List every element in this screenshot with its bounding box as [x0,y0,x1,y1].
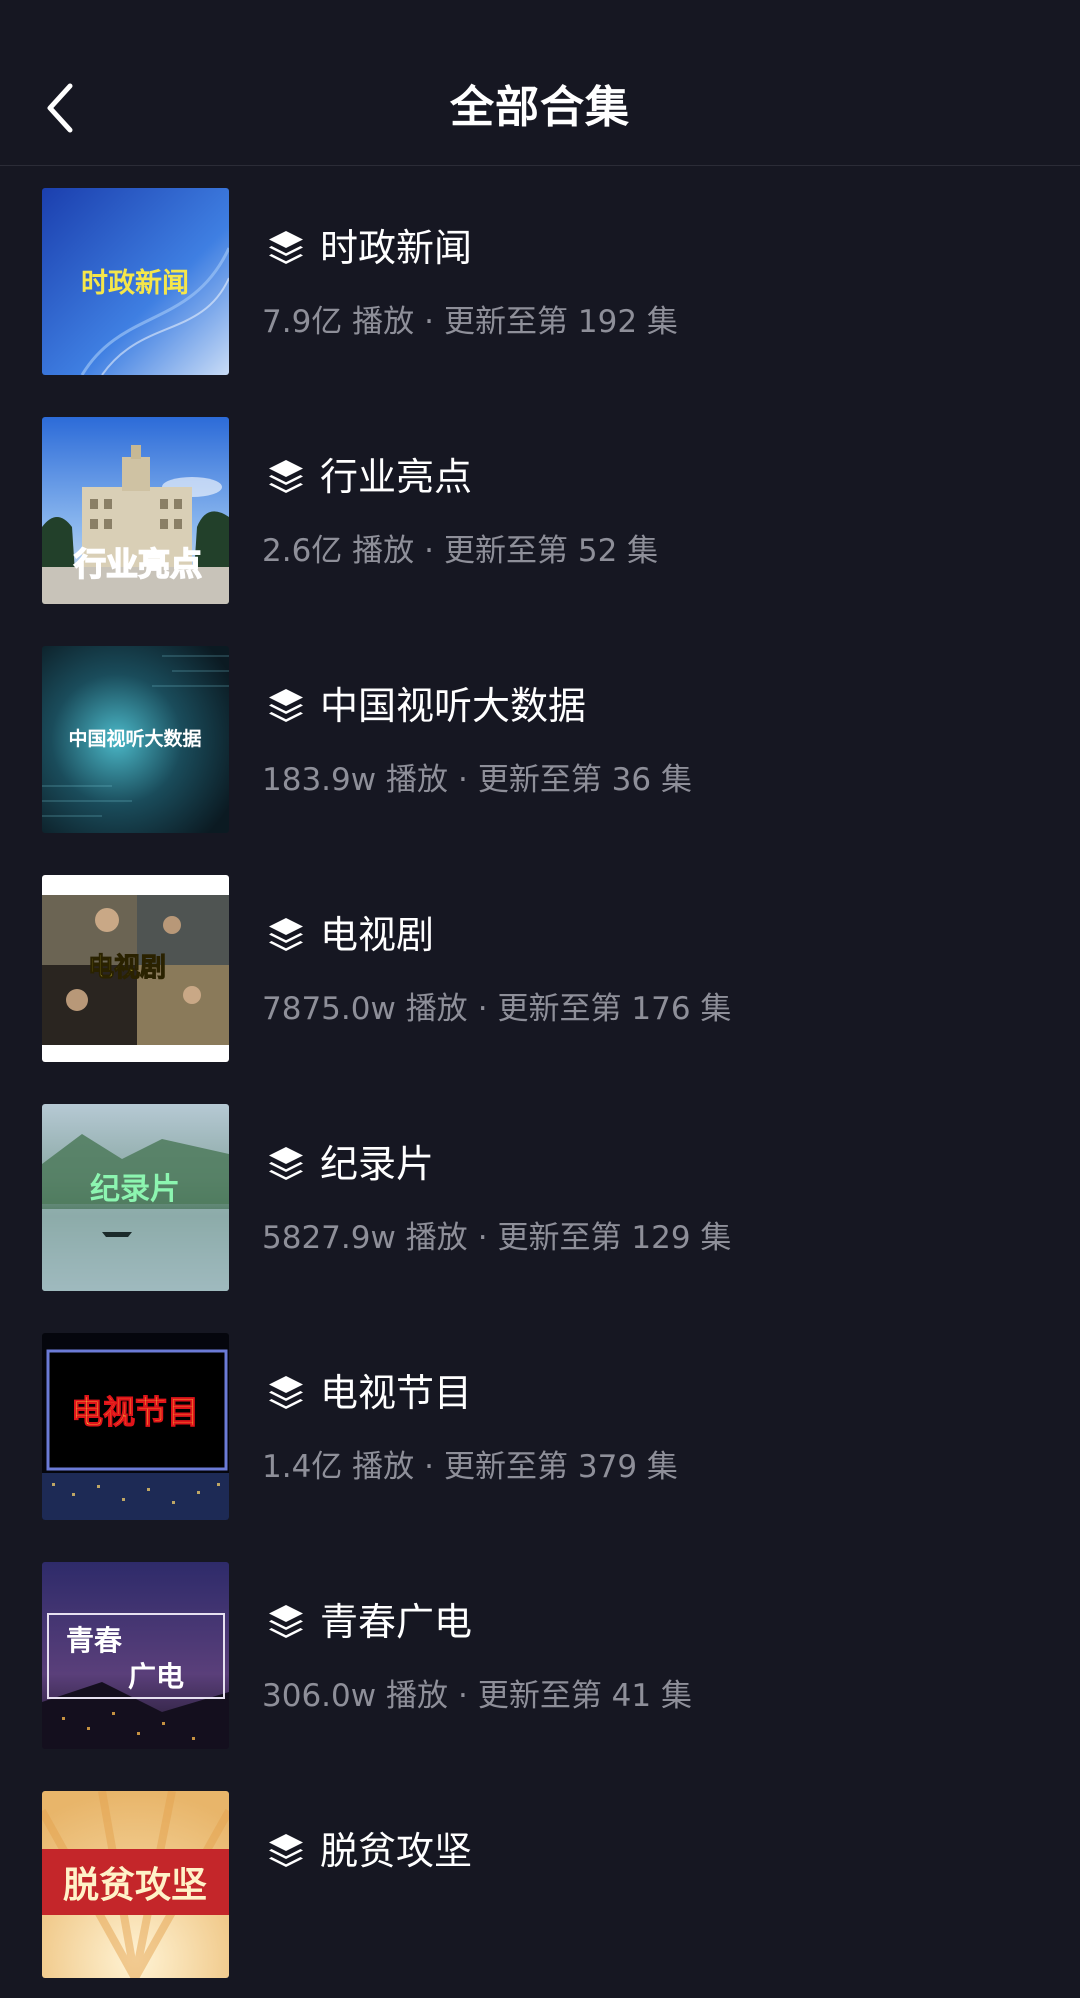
separator-dot: · [457,762,468,798]
separator-dot: · [424,304,435,340]
play-label: 播放 [352,533,415,569]
collection-title-row: 电视节目 [266,1365,472,1421]
layers-icon [266,1602,306,1642]
collection-item[interactable]: 中国视听大数据 中国视听大数据 183.9w 播放 · 更新至第 36 集 [0,624,1080,853]
svg-text:电视节目: 电视节目 [71,1393,199,1431]
separator-dot: · [477,1220,488,1256]
play-count: 7875.0w [262,991,396,1027]
collection-list: 时政新闻 时政新闻 7.9亿 播放 · 更新至第 192 集 行业亮点 行业亮点… [0,166,1080,1998]
collection-title: 电视剧 [320,913,435,957]
svg-text:青春: 青春 [66,1624,122,1657]
play-label: 播放 [385,762,448,798]
layers-icon [266,1831,306,1871]
collection-thumbnail: 脱贫攻坚 [42,1791,229,1978]
collection-title-row: 脱贫攻坚 [266,1823,472,1879]
layers-icon [266,1144,306,1184]
svg-text:时政新闻: 时政新闻 [81,267,189,299]
collection-meta: 7875.0w 播放 · 更新至第 176 集 [262,986,731,1032]
collection-title: 行业亮点 [320,455,473,499]
collection-title-row: 青春广电 [266,1594,472,1650]
layers-icon [266,686,306,726]
collection-thumbnail: 中国视听大数据 [42,646,229,833]
update-status: 更新至第 36 集 [477,762,692,798]
svg-text:电视剧: 电视剧 [88,953,166,983]
update-status: 更新至第 129 集 [497,1220,732,1256]
update-status: 更新至第 379 集 [444,1449,678,1485]
svg-text:纪录片: 纪录片 [90,1172,180,1207]
collection-item[interactable]: 电视剧 电视剧 7875.0w 播放 · 更新至第 176 集 [0,853,1080,1082]
collection-title: 纪录片 [320,1142,435,1186]
play-count: 306.0w [262,1678,377,1714]
play-label: 播放 [352,1449,415,1485]
collection-title: 青春广电 [320,1600,473,1644]
top-bar: 全部合集 [0,0,1080,166]
collection-title-row: 行业亮点 [266,449,472,505]
collection-thumbnail: 青春 广电 [42,1562,229,1749]
layers-icon [266,1373,306,1413]
play-label: 播放 [385,1678,448,1714]
play-count: 2.6亿 [262,533,343,569]
collection-thumbnail: 纪录片 [42,1104,229,1291]
play-count: 7.9亿 [262,304,343,340]
collection-meta: 1.4亿 播放 · 更新至第 379 集 [262,1444,678,1490]
layers-icon [266,228,306,268]
collection-title: 时政新闻 [320,226,473,270]
play-label: 播放 [352,304,415,340]
update-status: 更新至第 192 集 [444,304,678,340]
svg-text:行业亮点: 行业亮点 [74,545,202,583]
update-status: 更新至第 52 集 [444,533,659,569]
svg-text:中国视听大数据: 中国视听大数据 [68,727,201,750]
collection-item[interactable]: 青春 广电 青春广电 306.0w 播放 · 更新至第 41 集 [0,1540,1080,1769]
layers-icon [266,915,306,955]
collection-meta: 306.0w 播放 · 更新至第 41 集 [262,1673,692,1719]
collection-title: 脱贫攻坚 [320,1829,473,1873]
page-title: 全部合集 [450,82,630,133]
svg-text:广电: 广电 [128,1660,184,1693]
separator-dot: · [424,533,435,569]
collection-meta: 2.6亿 播放 · 更新至第 52 集 [262,528,658,574]
collection-title-row: 纪录片 [266,1136,434,1192]
play-label: 播放 [405,991,468,1027]
play-count: 5827.9w [262,1220,396,1256]
collection-item[interactable]: 时政新闻 时政新闻 7.9亿 播放 · 更新至第 192 集 [0,166,1080,395]
collection-title: 中国视听大数据 [320,684,587,728]
play-count: 1.4亿 [262,1449,343,1485]
update-status: 更新至第 176 集 [497,991,732,1027]
collection-meta: 7.9亿 播放 · 更新至第 192 集 [262,299,678,345]
collection-meta: 5827.9w 播放 · 更新至第 129 集 [262,1215,731,1261]
play-count: 183.9w [262,762,377,798]
collection-item[interactable]: 纪录片 纪录片 5827.9w 播放 · 更新至第 129 集 [0,1082,1080,1311]
collection-item[interactable]: 行业亮点 行业亮点 2.6亿 播放 · 更新至第 52 集 [0,395,1080,624]
separator-dot: · [457,1678,468,1714]
play-label: 播放 [405,1220,468,1256]
collection-thumbnail: 时政新闻 [42,188,229,375]
collection-thumbnail: 电视剧 [42,875,229,1062]
collection-title-row: 电视剧 [266,907,434,963]
collection-item[interactable]: 电视节目 电视节目 1.4亿 播放 · 更新至第 379 集 [0,1311,1080,1540]
collection-title-row: 中国视听大数据 [266,678,586,734]
separator-dot: · [424,1449,435,1485]
svg-text:脱贫攻坚: 脱贫攻坚 [63,1865,207,1906]
collection-meta: 183.9w 播放 · 更新至第 36 集 [262,757,692,803]
layers-icon [266,457,306,497]
collection-title-row: 时政新闻 [266,220,472,276]
separator-dot: · [477,991,488,1027]
collection-thumbnail: 电视节目 [42,1333,229,1520]
collection-title: 电视节目 [320,1371,473,1415]
update-status: 更新至第 41 集 [477,1678,692,1714]
collection-thumbnail: 行业亮点 [42,417,229,604]
collection-item[interactable]: 脱贫攻坚 脱贫攻坚 [0,1769,1080,1998]
